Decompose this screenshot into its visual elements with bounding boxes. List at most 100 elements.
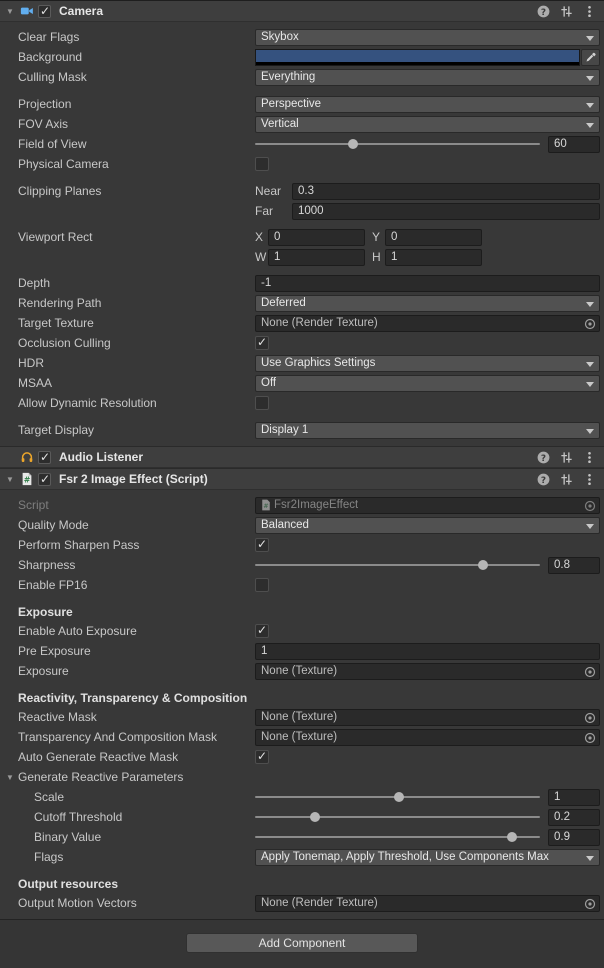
field-viewport-rect-wh: W 1 H 1 [0,247,604,267]
field-label: Auto Generate Reactive Mask [0,750,255,764]
field-of-view-slider[interactable] [255,136,540,152]
slider-handle[interactable] [507,832,517,842]
chevron-down-icon [586,382,594,387]
generate-reactive-parameters-foldout[interactable]: ▼Generate Reactive Parameters [0,770,255,784]
slider-handle[interactable] [478,560,488,570]
slider-handle[interactable] [394,792,404,802]
cutoff-threshold-slider[interactable] [255,809,540,825]
fsr2-component-title: Fsr 2 Image Effect (Script) [59,472,208,486]
target-texture-object-field[interactable]: None (Render Texture) [255,315,600,332]
transparency-mask-object-field[interactable]: None (Texture) [255,729,600,746]
occlusion-culling-checkbox[interactable] [255,336,269,350]
binary-value-slider[interactable] [255,829,540,845]
script-object-field[interactable]: # Fsr2ImageEffect [255,497,600,514]
flags-dropdown[interactable]: Apply Tonemap, Apply Threshold, Use Comp… [255,849,600,866]
y-label: Y [372,230,385,244]
clipping-near-input[interactable]: 0.3 [292,183,600,200]
allow-dynamic-resolution-checkbox[interactable] [255,396,269,410]
perform-sharpen-pass-checkbox[interactable] [255,538,269,552]
camera-foldout-icon[interactable]: ▼ [3,7,17,16]
foldout-arrow-icon[interactable]: ▼ [6,773,18,782]
enable-auto-exposure-checkbox[interactable] [255,624,269,638]
binary-value-value[interactable]: 0.9 [548,829,600,846]
help-icon[interactable]: ? [535,449,551,465]
viewport-h-input[interactable]: 1 [385,249,482,266]
projection-dropdown[interactable]: Perspective [255,96,600,113]
physical-camera-checkbox[interactable] [255,157,269,171]
background-color-swatch[interactable] [255,49,580,66]
depth-input[interactable]: -1 [255,275,600,292]
field-enable-fp16: Enable FP16 [0,575,604,595]
rendering-path-dropdown[interactable]: Deferred [255,295,600,312]
field-label: Depth [0,276,255,290]
slider-handle[interactable] [348,139,358,149]
auto-generate-reactive-mask-checkbox[interactable] [255,750,269,764]
fov-axis-dropdown[interactable]: Vertical [255,116,600,133]
object-picker-icon[interactable] [584,500,596,515]
viewport-w-input[interactable]: 1 [268,249,365,266]
camera-enabled-checkbox[interactable] [38,5,51,18]
scale-value[interactable]: 1 [548,789,600,806]
more-options-icon[interactable] [581,471,597,487]
h-label: H [372,250,385,264]
object-picker-icon[interactable] [584,898,596,913]
exposure-object-field[interactable]: None (Texture) [255,663,600,680]
field-label: Clear Flags [0,30,255,44]
field-of-view-value[interactable]: 60 [548,136,600,153]
msaa-dropdown[interactable]: Off [255,375,600,392]
camera-icon [19,3,35,19]
pre-exposure-input[interactable]: 1 [255,643,600,660]
sharpness-value[interactable]: 0.8 [548,557,600,574]
help-icon[interactable]: ? [535,471,551,487]
object-picker-icon[interactable] [584,666,596,681]
object-picker-icon[interactable] [584,318,596,333]
cutoff-threshold-value[interactable]: 0.2 [548,809,600,826]
chevron-down-icon [586,856,594,861]
help-icon[interactable]: ? [535,3,551,19]
headphones-icon [19,449,35,465]
more-options-icon[interactable] [581,3,597,19]
fsr2-component-header[interactable]: ▼ # Fsr 2 Image Effect (Script) ? [0,468,604,490]
quality-mode-dropdown[interactable]: Balanced [255,517,600,534]
chevron-down-icon [586,429,594,434]
field-label: Clipping Planes [0,184,255,198]
camera-component-header[interactable]: ▼ Camera ? [0,0,604,22]
svg-text:#: # [24,475,31,484]
presets-icon[interactable] [558,471,574,487]
culling-mask-dropdown[interactable]: Everything [255,69,600,86]
fsr2-foldout-icon[interactable]: ▼ [3,475,17,484]
viewport-y-input[interactable]: 0 [385,229,482,246]
slider-handle[interactable] [310,812,320,822]
field-field-of-view: Field of View 60 [0,134,604,154]
enable-fp16-checkbox[interactable] [255,578,269,592]
presets-icon[interactable] [558,3,574,19]
section-title: Exposure [0,605,255,619]
field-physical-camera: Physical Camera [0,154,604,174]
field-culling-mask: Culling Mask Everything [0,67,604,87]
object-picker-icon[interactable] [584,712,596,727]
field-label: Transparency And Composition Mask [0,730,255,744]
field-label: Physical Camera [0,157,255,171]
audio-listener-enabled-checkbox[interactable] [38,451,51,464]
eyedropper-icon[interactable] [581,49,600,66]
chevron-down-icon [586,123,594,128]
target-display-dropdown[interactable]: Display 1 [255,422,600,439]
hdr-dropdown[interactable]: Use Graphics Settings [255,355,600,372]
presets-icon[interactable] [558,449,574,465]
output-motion-vectors-object-field[interactable]: None (Render Texture) [255,895,600,912]
fsr2-enabled-checkbox[interactable] [38,473,51,486]
more-options-icon[interactable] [581,449,597,465]
add-component-button[interactable]: Add Component [186,933,418,953]
clipping-far-input[interactable]: 1000 [292,203,600,220]
field-fov-axis: FOV Axis Vertical [0,114,604,134]
field-label: Quality Mode [0,518,255,532]
field-label: Background [0,50,255,64]
sharpness-slider[interactable] [255,557,540,573]
viewport-x-input[interactable]: 0 [268,229,365,246]
scale-slider[interactable] [255,789,540,805]
field-occlusion-culling: Occlusion Culling [0,333,604,353]
reactive-mask-object-field[interactable]: None (Texture) [255,709,600,726]
clear-flags-dropdown[interactable]: Skybox [255,29,600,46]
object-picker-icon[interactable] [584,732,596,747]
audio-listener-component-header[interactable]: ▼ Audio Listener ? [0,446,604,468]
